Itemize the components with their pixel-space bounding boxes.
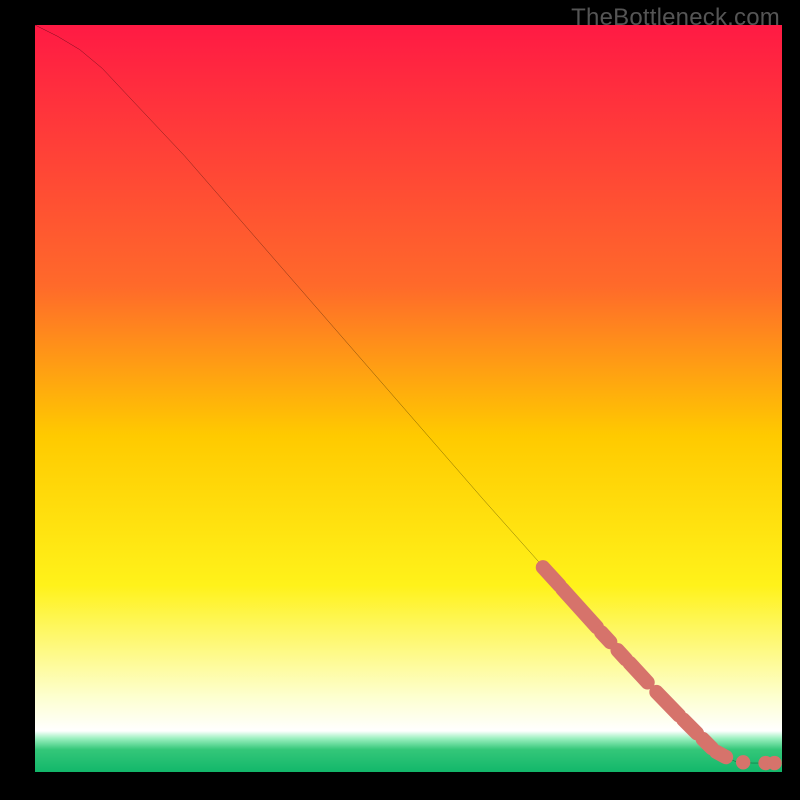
overlay-segment [601, 632, 610, 642]
overlay-segment [703, 739, 712, 748]
overlay-dot [767, 756, 781, 770]
chart-stage: TheBottleneck.com [0, 0, 800, 800]
overlay-segment [716, 752, 726, 757]
overlay-segment [683, 720, 696, 733]
watermark-text: TheBottleneck.com [571, 4, 780, 32]
overlay-dot [736, 755, 750, 769]
chart-plot-area [35, 25, 782, 772]
chart-canvas [35, 25, 782, 772]
chart-background [35, 25, 782, 772]
